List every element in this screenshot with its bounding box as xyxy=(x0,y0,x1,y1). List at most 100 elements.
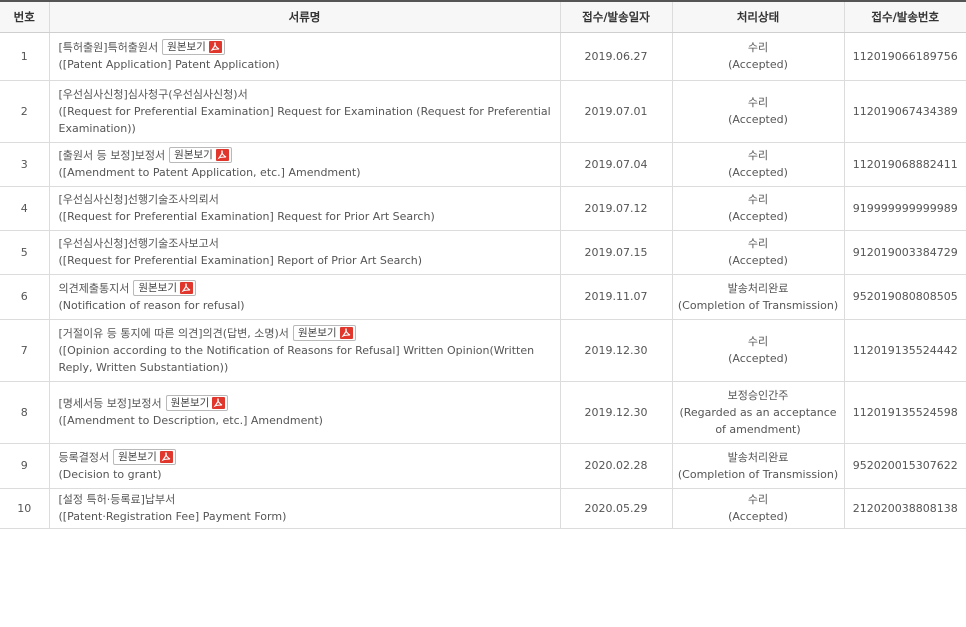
view-original-label: 원본보기 xyxy=(118,450,157,463)
document-name-english: ([Patent·Registration Fee] Payment Form) xyxy=(58,510,287,523)
receipt-number-cell: 112019068882411 xyxy=(844,142,966,187)
row-number: 5 xyxy=(0,230,50,275)
header-status: 처리상태 xyxy=(672,0,845,33)
receipt-number-cell: 952020015307622 xyxy=(844,443,966,489)
table-row: 6 의견제출통지서 원본보기 (Notification of reason for … xyxy=(0,274,966,320)
date-cell: 2019.07.12 xyxy=(560,186,673,231)
status-korean: 보정승인간주 xyxy=(727,388,789,402)
header-document-name: 서류명 xyxy=(49,0,561,33)
status-korean: 수리 xyxy=(747,237,769,250)
header-receipt-number: 접수/발송번호 xyxy=(844,0,966,33)
status-english: (Completion of Transmission) xyxy=(677,467,839,481)
status-english: (Accepted) xyxy=(728,352,788,365)
document-name-korean: [설정 특허·등록료]납부서 xyxy=(58,493,176,506)
document-name-korean: 등록결정서 xyxy=(58,450,110,464)
table-row: 3 [출원서 등 보정]보정서 원본보기 ([Amendment to Patent … xyxy=(0,142,966,187)
receipt-number-cell: 112019135524598 xyxy=(844,381,966,444)
receipt-number-cell: 919999999999989 xyxy=(844,186,966,231)
document-name-english: ([Amendment to Description, etc.] Amendm… xyxy=(58,414,323,427)
status-korean: 수리 xyxy=(747,96,769,109)
status-english: (Accepted) xyxy=(728,254,788,267)
table-row: 4 [우선심사신청]선행기술조사의뢰서 ([Request for Preferen… xyxy=(0,186,966,231)
status-korean: 발송처리완료 xyxy=(727,450,789,464)
status-cell: 수리 (Accepted) xyxy=(672,186,845,231)
table-row: 7 [거절이유 등 통지에 따른 의견]의견(답변, 소명)서 원본보기 ([Opin… xyxy=(0,319,966,382)
document-name-cell: 등록결정서 원본보기 (Decision to grant) xyxy=(49,443,561,489)
document-name-cell: [명세서등 보정]보정서 원본보기 ([Amendment to Descripti… xyxy=(49,381,561,444)
status-english: (Accepted) xyxy=(728,210,788,223)
document-name-english: ([Request for Preferential Examination] … xyxy=(58,254,423,267)
row-number: 1 xyxy=(0,32,50,81)
view-original-button[interactable]: 원본보기 xyxy=(113,448,176,465)
pdf-icon xyxy=(212,397,226,409)
date-cell: 2020.05.29 xyxy=(560,488,673,529)
document-name-english: ([Request for Preferential Examination] … xyxy=(58,210,435,223)
table-row: 10 [설정 특허·등록료]납부서 ([Patent·Registration Fe… xyxy=(0,488,966,529)
document-name-korean: [특허출원]특허출원서 xyxy=(58,41,159,54)
document-name-english: ([Amendment to Patent Application, etc.]… xyxy=(58,166,361,179)
row-number: 2 xyxy=(0,80,50,143)
document-name-cell: [출원서 등 보정]보정서 원본보기 ([Amendment to Patent A… xyxy=(49,142,561,187)
status-english: (Completion of Transmission) xyxy=(677,298,839,312)
pdf-icon xyxy=(339,326,353,339)
document-name-korean: [거절이유 등 통지에 따른 의견]의견(답변, 소명)서 xyxy=(58,326,289,340)
document-name-english: (Decision to grant) xyxy=(58,467,162,481)
date-cell: 2019.06.27 xyxy=(560,32,673,81)
receipt-number-cell: 112019067434389 xyxy=(844,80,966,143)
table-body: 1 [특허출원]특허출원서 원본보기 ([Patent Application] Pa… xyxy=(0,32,966,529)
table-row: 2 [우선심사신청]심사청구(우선심사신청)서 ([Request for Pref… xyxy=(0,80,966,143)
document-name-cell: [우선심사신청]선행기술조사보고서 ([Request for Preferent… xyxy=(49,230,561,275)
receipt-number-cell: 912019003384729 xyxy=(844,230,966,275)
document-name-cell: [우선심사신청]선행기술조사의뢰서 ([Request for Preferent… xyxy=(49,186,561,231)
view-original-label: 원본보기 xyxy=(167,41,206,53)
file-history-table: 번호 서류명 접수/발송일자 처리상태 접수/발송번호 1 [특허출원]특허출원서… xyxy=(0,0,966,529)
view-original-button[interactable]: 원본보기 xyxy=(162,39,225,55)
row-number: 6 xyxy=(0,274,50,320)
table-row: 1 [특허출원]특허출원서 원본보기 ([Patent Application] Pa… xyxy=(0,32,966,81)
status-cell: 수리 (Accepted) xyxy=(672,319,845,382)
receipt-number-cell: 112019135524442 xyxy=(844,319,966,382)
table-row: 8 [명세서등 보정]보정서 원본보기 ([Amendment to Descript… xyxy=(0,381,966,444)
document-name-cell: [우선심사신청]심사청구(우선심사신청)서 ([Request for Prefe… xyxy=(49,80,561,143)
date-cell: 2020.02.28 xyxy=(560,443,673,489)
header-number: 번호 xyxy=(0,0,50,33)
document-name-english: ([Patent Application] Patent Application… xyxy=(58,58,280,71)
status-cell: 수리 (Accepted) xyxy=(672,488,845,529)
date-cell: 2019.07.01 xyxy=(560,80,673,143)
document-name-korean: [출원서 등 보정]보정서 xyxy=(58,149,166,162)
table-row: 9 등록결정서 원본보기 (Decision to grant) 2020.02.28 발… xyxy=(0,443,966,489)
view-original-button[interactable]: 원본보기 xyxy=(169,147,232,163)
status-cell: 수리 (Accepted) xyxy=(672,230,845,275)
document-name-cell: [거절이유 등 통지에 따른 의견]의견(답변, 소명)서 원본보기 ([Opini… xyxy=(49,319,561,382)
view-original-label: 원본보기 xyxy=(170,397,210,409)
view-original-button[interactable]: 원본보기 xyxy=(292,324,356,341)
document-name-korean: [우선심사신청]심사청구(우선심사신청)서 xyxy=(58,87,248,101)
row-number: 9 xyxy=(0,443,50,489)
document-name-english: ([Request for Preferential Examination] … xyxy=(58,104,551,135)
status-cell: 보정승인간주 (Regarded as an acceptance of amen… xyxy=(672,381,845,444)
status-korean: 수리 xyxy=(747,335,769,348)
status-korean: 수리 xyxy=(747,41,769,54)
document-name-english: (Notification of reason for refusal) xyxy=(58,298,245,312)
date-cell: 2019.12.30 xyxy=(560,319,673,382)
status-cell: 발송처리완료 (Completion of Transmission) xyxy=(672,274,845,320)
status-cell: 수리 (Accepted) xyxy=(672,142,845,187)
row-number: 10 xyxy=(0,488,50,529)
pdf-icon xyxy=(159,450,173,463)
receipt-number-cell: 112019066189756 xyxy=(844,32,966,81)
document-name-korean: [우선심사신청]선행기술조사보고서 xyxy=(58,237,219,250)
status-korean: 수리 xyxy=(747,193,769,206)
status-korean: 수리 xyxy=(747,493,769,506)
view-original-button[interactable]: 원본보기 xyxy=(133,279,196,296)
status-english: (Accepted) xyxy=(728,166,788,179)
row-number: 7 xyxy=(0,319,50,382)
status-cell: 수리 (Accepted) xyxy=(672,80,845,143)
document-name-korean: 의견제출통지서 xyxy=(58,281,130,295)
document-name-korean: [우선심사신청]선행기술조사의뢰서 xyxy=(58,193,219,206)
date-cell: 2019.12.30 xyxy=(560,381,673,444)
row-number: 4 xyxy=(0,186,50,231)
date-cell: 2019.07.04 xyxy=(560,142,673,187)
status-cell: 발송처리완료 (Completion of Transmission) xyxy=(672,443,845,489)
view-original-label: 원본보기 xyxy=(174,149,213,161)
view-original-button[interactable]: 원본보기 xyxy=(165,395,229,411)
